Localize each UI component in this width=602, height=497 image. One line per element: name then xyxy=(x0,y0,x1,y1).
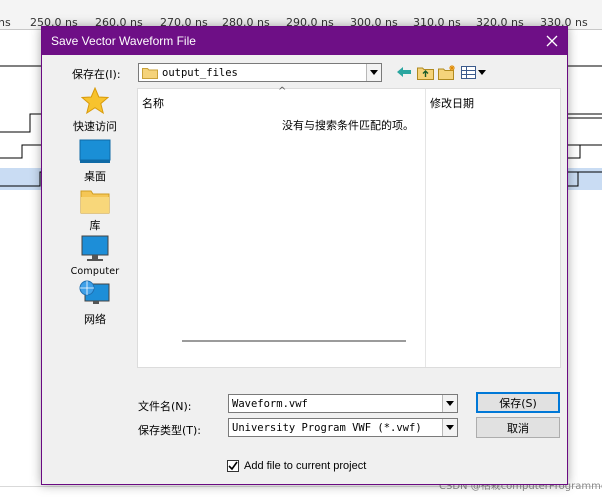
star-icon xyxy=(81,87,109,115)
column-header-name[interactable]: 名称 xyxy=(142,89,164,111)
filetype-label: 保存类型(T): xyxy=(138,424,202,437)
new-folder-button[interactable] xyxy=(438,64,456,80)
cancel-button[interactable]: 取消 xyxy=(476,417,560,438)
dialog-titlebar[interactable]: Save Vector Waveform File xyxy=(42,27,567,55)
file-list-view[interactable]: 名称 ^ 修改日期 没有与搜索条件匹配的项。 xyxy=(137,86,561,368)
network-icon xyxy=(79,280,110,304)
library-folder-icon xyxy=(80,190,110,214)
save-in-label: 保存在(I): xyxy=(72,68,121,81)
place-network[interactable]: 网络 xyxy=(54,280,136,327)
view-menu-button[interactable] xyxy=(461,64,487,80)
dropdown-arrow[interactable] xyxy=(366,64,381,81)
save-in-value: output_files xyxy=(162,67,238,79)
add-file-option[interactable]: Add file to current project xyxy=(227,460,366,472)
close-button[interactable] xyxy=(537,27,567,55)
sort-ascending-icon: ^ xyxy=(278,86,287,97)
place-quick-access[interactable]: 快速访问 xyxy=(54,87,136,134)
close-icon xyxy=(546,35,558,47)
add-file-label: Add file to current project xyxy=(244,460,367,472)
filetype-value: University Program VWF (*.vwf) xyxy=(232,422,422,434)
filetype-select[interactable]: University Program VWF (*.vwf) xyxy=(228,418,458,437)
add-file-checkbox[interactable] xyxy=(227,460,239,472)
places-bar: 快速访问 桌面 库 Computer 网络 xyxy=(54,87,136,367)
save-button[interactable]: 保存(S) xyxy=(476,392,560,413)
view-grid-icon xyxy=(461,65,486,79)
empty-list-message: 没有与搜索条件匹配的项。 xyxy=(282,119,414,132)
back-button[interactable] xyxy=(395,64,413,80)
place-label: 库 xyxy=(89,219,101,232)
place-libraries[interactable]: 库 xyxy=(54,188,136,233)
computer-icon xyxy=(81,235,109,261)
up-folder-icon xyxy=(416,67,434,80)
chevron-down-icon xyxy=(446,401,454,406)
dialog-title: Save Vector Waveform File xyxy=(51,34,196,48)
place-label: Computer xyxy=(70,266,120,277)
up-folder-button[interactable] xyxy=(416,64,434,80)
back-arrow-icon xyxy=(397,67,411,77)
place-label: 网络 xyxy=(84,313,106,326)
place-desktop[interactable]: 桌面 xyxy=(54,139,136,184)
chevron-down-icon xyxy=(446,425,454,430)
place-label: 快速访问 xyxy=(73,120,117,133)
chevron-down-icon xyxy=(370,70,378,75)
filename-input[interactable]: Waveform.vwf xyxy=(232,398,308,410)
column-divider xyxy=(425,89,426,367)
dropdown-arrow[interactable] xyxy=(442,419,457,436)
column-header-modified[interactable]: 修改日期 xyxy=(430,89,474,111)
place-label: 桌面 xyxy=(84,170,106,183)
folder-icon xyxy=(142,68,158,79)
place-computer[interactable]: Computer xyxy=(54,235,136,277)
checkmark-icon xyxy=(228,461,238,471)
save-file-dialog: Save Vector Waveform File 保存在(I): output… xyxy=(41,26,568,485)
filename-label: 文件名(N): xyxy=(138,400,192,413)
time-tick-label: ns xyxy=(0,16,11,29)
desktop-icon xyxy=(79,139,111,163)
dropdown-arrow[interactable] xyxy=(442,395,457,412)
filename-combo[interactable]: Waveform.vwf xyxy=(228,394,458,413)
new-folder-icon xyxy=(438,64,455,80)
horizontal-scrollbar[interactable] xyxy=(182,340,406,342)
save-in-dropdown[interactable]: output_files xyxy=(138,63,382,82)
